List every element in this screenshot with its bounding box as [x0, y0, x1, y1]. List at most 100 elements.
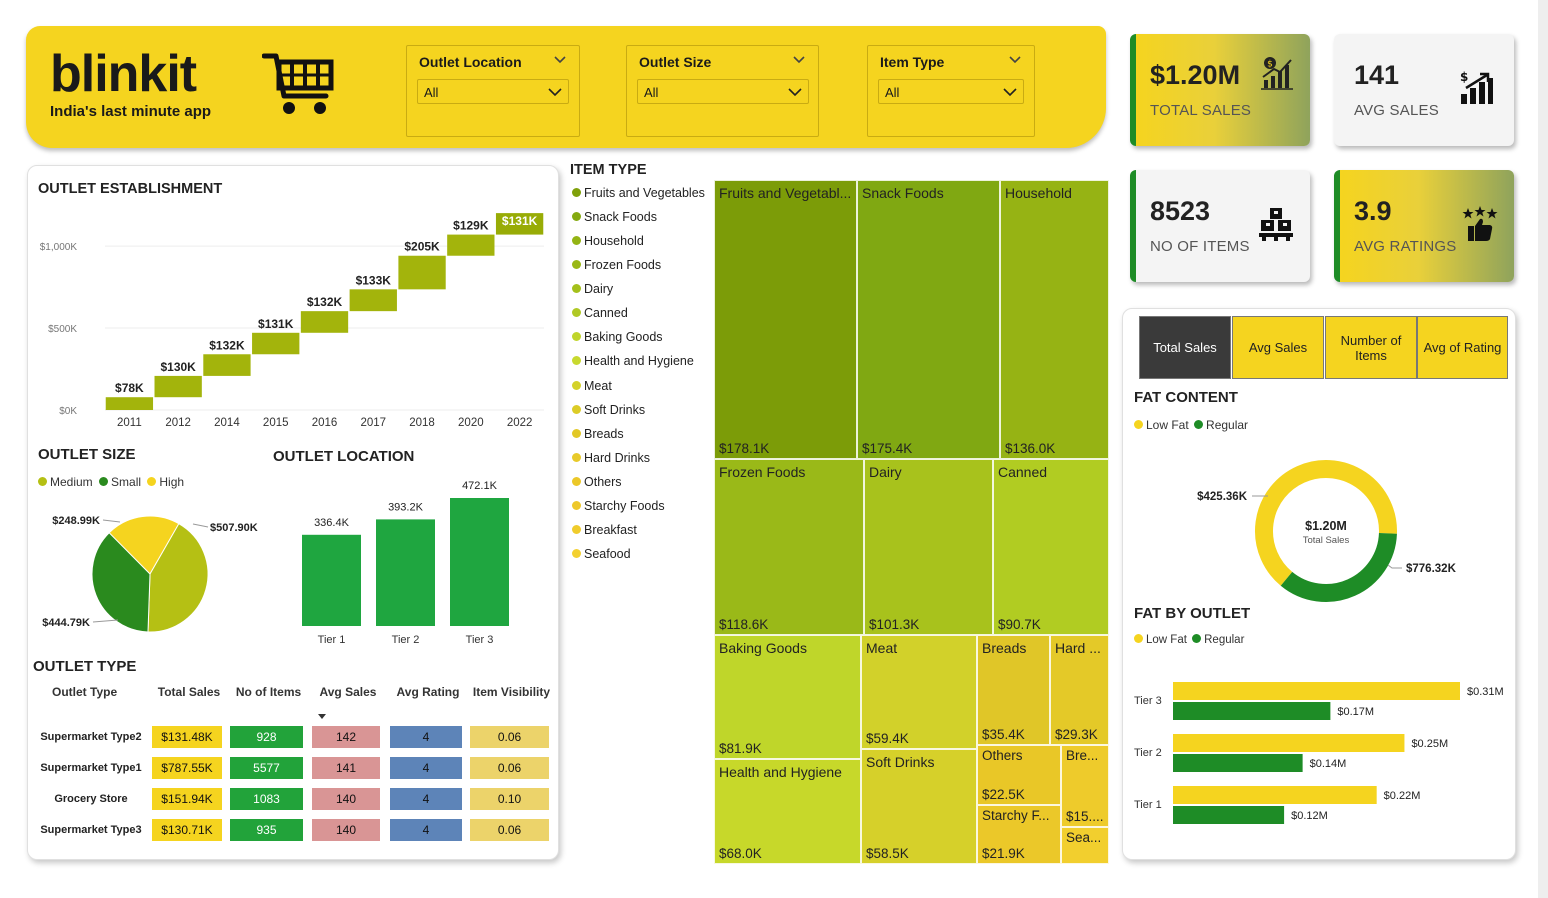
- treemap-tile[interactable]: Soft Drinks $58.5K: [861, 749, 977, 864]
- treemap-tile[interactable]: Health and Hygiene $68.0K: [714, 759, 861, 864]
- outlet-size-dropdown[interactable]: All: [637, 79, 809, 104]
- tile-name: Health and Hygiene: [719, 764, 842, 780]
- tile-value: $175.4K: [862, 441, 913, 456]
- treemap-tile[interactable]: Household $136.0K: [1000, 180, 1109, 459]
- legend-item: Breakfast: [572, 523, 637, 537]
- chevron-down-icon[interactable]: [1008, 52, 1022, 66]
- treemap-tile[interactable]: Snack Foods $175.4K: [857, 180, 1000, 459]
- legend-item: Frozen Foods: [572, 258, 661, 272]
- legend-dot: [572, 380, 581, 390]
- y-tick-label: $0K: [59, 406, 77, 417]
- item-type-dropdown[interactable]: All: [878, 79, 1024, 104]
- treemap-tile[interactable]: Others $22.5K: [977, 745, 1061, 805]
- table-cell: $151.94K: [152, 788, 222, 810]
- tile-value: $81.9K: [719, 741, 762, 756]
- tile-name: Canned: [998, 464, 1048, 480]
- tab-avg-of-rating[interactable]: Avg of Rating: [1417, 316, 1508, 379]
- table-header: Avg Rating: [396, 685, 460, 699]
- tab-total-sales[interactable]: Total Sales: [1139, 316, 1231, 379]
- treemap-tile[interactable]: Bre... $15....: [1061, 745, 1109, 827]
- tile-value: $35.4K: [982, 727, 1025, 742]
- table-cell: 928: [230, 726, 303, 748]
- tile-value: $101.3K: [869, 617, 920, 632]
- tab-number-of-items[interactable]: Number of Items: [1325, 316, 1417, 379]
- sales-chart-icon: $: [1261, 57, 1293, 90]
- legend-item: Hard Drinks: [572, 451, 650, 465]
- table-cell: 0.06: [470, 757, 549, 779]
- treemap-tile[interactable]: Canned $90.7K: [993, 459, 1109, 635]
- legend-high: High: [159, 475, 185, 489]
- kpi-total-sales: $1.20M TOTAL SALES $: [1130, 34, 1310, 146]
- data-label: $132K: [307, 295, 343, 309]
- treemap-tile[interactable]: Starchy F... $21.9K: [977, 805, 1061, 864]
- outlet-size-title: OUTLET SIZE: [38, 446, 136, 463]
- donut-center-label: Total Sales: [1303, 535, 1350, 546]
- treemap-tile[interactable]: Hard ... $29.3K: [1050, 635, 1109, 745]
- tile-value: $59.4K: [866, 731, 909, 746]
- data-label: $131K: [502, 214, 538, 228]
- sort-desc-icon[interactable]: [317, 713, 327, 721]
- data-label: $0.12M: [1291, 810, 1328, 822]
- treemap-tile[interactable]: Baking Goods $81.9K: [714, 635, 861, 759]
- tile-value: $21.9K: [982, 846, 1025, 861]
- treemap-tile[interactable]: Meat $59.4K: [861, 635, 977, 749]
- legend-label: Breakfast: [584, 522, 637, 537]
- treemap-tile[interactable]: Sea...: [1061, 827, 1109, 864]
- chevron-down-icon[interactable]: [792, 52, 806, 66]
- legend-dot: [1194, 420, 1204, 429]
- outlet-type-name: Grocery Store: [54, 793, 128, 805]
- data-label: 472.1K: [462, 480, 498, 492]
- data-label: $776.32K: [1406, 563, 1457, 575]
- outlet-location-dropdown[interactable]: All: [417, 79, 569, 104]
- slicer-title: Outlet Location: [419, 54, 522, 70]
- logo: blinkit: [50, 45, 197, 103]
- legend-label: Fruits and Vegetables: [584, 186, 705, 200]
- outlet-size-slicer[interactable]: Outlet Size All: [626, 45, 819, 137]
- kpi-label: NO OF ITEMS: [1150, 238, 1250, 255]
- table-header: Total Sales: [157, 685, 221, 699]
- fat-content-title: FAT CONTENT: [1134, 389, 1238, 406]
- outlet-location-slicer[interactable]: Outlet Location All: [406, 45, 580, 137]
- y-tick-label: Tier 1: [1134, 799, 1162, 811]
- treemap-tile[interactable]: Fruits and Vegetabl... $178.1K: [714, 180, 857, 459]
- outlet-type-title: OUTLET TYPE: [33, 658, 137, 675]
- tile-name: Breads: [982, 640, 1027, 656]
- table-header: Item Visibility: [472, 685, 551, 699]
- kpi-value: $1.20M: [1150, 60, 1241, 90]
- legend-regular: Regular: [1204, 634, 1245, 646]
- leader-line: [1387, 564, 1402, 569]
- tagline: India's last minute app: [50, 103, 212, 120]
- data-label: $444.79K: [42, 617, 90, 629]
- leader-line: [192, 523, 209, 528]
- svg-text:$: $: [1460, 70, 1468, 84]
- legend-label: Hard Drinks: [584, 450, 650, 465]
- legend-label: Others: [584, 474, 622, 489]
- table-cell: $130.71K: [152, 819, 222, 841]
- data-label: 336.4K: [314, 517, 350, 529]
- legend-item: Fruits and Vegetables: [572, 186, 705, 200]
- x-tick-label: 2016: [312, 417, 338, 429]
- table-cell: 5577: [230, 757, 303, 779]
- treemap-tile[interactable]: Dairy $101.3K: [864, 459, 993, 635]
- legend-low-fat: Low Fat: [1146, 418, 1189, 432]
- x-tick-label: Tier 1: [318, 634, 346, 646]
- legend-dot: [99, 477, 109, 486]
- table-cell: 142: [312, 726, 380, 748]
- tile-name: Frozen Foods: [719, 464, 806, 480]
- treemap-tile[interactable]: Frozen Foods $118.6K: [714, 459, 864, 635]
- tile-name: Household: [1005, 185, 1072, 201]
- tile-value: $15....: [1066, 809, 1104, 824]
- table-cell: 0.10: [470, 788, 549, 810]
- outlet-location-chart: 336.4K Tier 1 393.2K Tier 2 472.1K Tier 3: [302, 480, 509, 646]
- fat-by-outlet-chart: Tier 3 $0.31M $0.17M Tier 2 $0.25M $0.14M Tier…: [1134, 682, 1504, 824]
- legend-label: Seafood: [584, 547, 631, 562]
- legend-item: Snack Foods: [572, 210, 657, 224]
- item-type-slicer[interactable]: Item Type All: [867, 45, 1035, 137]
- data-label: $205K: [404, 240, 440, 254]
- chevron-down-icon[interactable]: [553, 52, 567, 66]
- tab-avg-sales[interactable]: Avg Sales: [1232, 316, 1324, 379]
- treemap-tile[interactable]: Breads $35.4K: [977, 635, 1050, 745]
- leader-line: [92, 619, 119, 623]
- donut-center-value: $1.20M: [1305, 519, 1347, 533]
- data-label: $0.25M: [1411, 738, 1448, 750]
